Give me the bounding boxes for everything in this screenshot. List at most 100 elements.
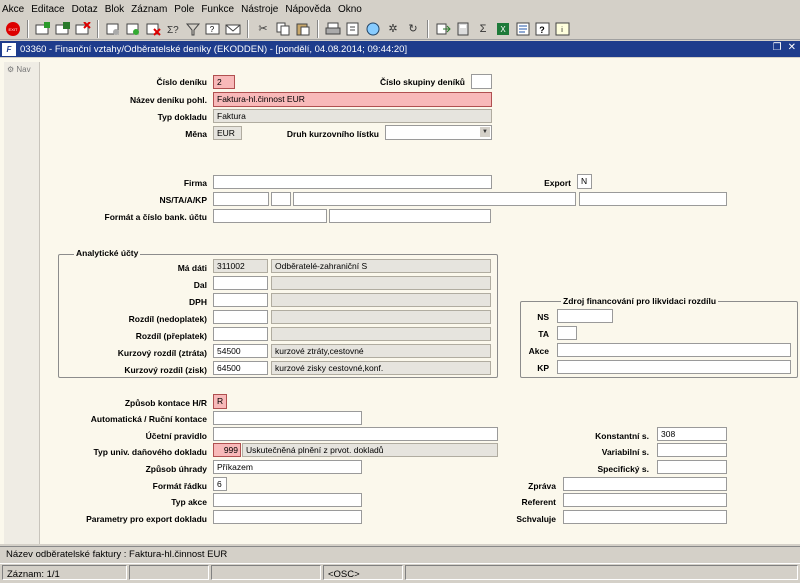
about-icon[interactable]: i (554, 20, 572, 38)
sum-icon[interactable]: Σ (474, 20, 492, 38)
menu-editace[interactable]: Editace (31, 4, 64, 15)
calculator-icon[interactable] (454, 20, 472, 38)
auto-rucni-field[interactable] (213, 411, 362, 425)
format-radku-field[interactable]: 6 (213, 477, 227, 491)
globe-icon[interactable] (364, 20, 382, 38)
analyticke-row-desc: Odběratelé-zahraniční S (271, 259, 491, 273)
firma-label: Firma (183, 178, 207, 188)
variabilni-label: Variabilní s. (601, 447, 649, 457)
print-icon[interactable] (324, 20, 342, 38)
count-query-icon[interactable]: Σ? (164, 20, 182, 38)
paste-icon[interactable] (294, 20, 312, 38)
zdroj-ns-field[interactable] (557, 309, 613, 323)
help-icon[interactable]: ? (204, 20, 222, 38)
ucetni-pravidlo-field[interactable] (213, 427, 498, 441)
format-banky-field[interactable] (213, 209, 327, 223)
duplicate-record-icon[interactable] (54, 20, 72, 38)
typ-dokladu-field: Faktura (213, 109, 492, 123)
window-title-bar: F 03360 - Finanční vztahy/Odběratelské d… (0, 41, 800, 57)
zpusob-kontace-label: Způsob kontace H/R (124, 398, 207, 408)
word-icon[interactable] (514, 20, 532, 38)
schvaluje-field[interactable] (563, 510, 727, 524)
menu-nastroje[interactable]: Nástroje (241, 4, 278, 15)
chevron-down-icon[interactable]: ▼ (480, 127, 490, 137)
menu-zaznam[interactable]: Záznam (131, 4, 167, 15)
insert-record-icon[interactable] (34, 20, 52, 38)
nav-icon: ⚙ (7, 65, 15, 74)
nav-panel[interactable]: ⚙ Nav (4, 62, 40, 544)
hint-message: Název odběratelské faktury : Faktura-hl.… (6, 549, 228, 560)
refresh-icon[interactable]: ↻ (404, 20, 422, 38)
analyticke-row-code[interactable] (213, 276, 268, 290)
delete-record-icon[interactable] (74, 20, 92, 38)
ta-field[interactable] (271, 192, 291, 206)
enter-query-icon[interactable] (104, 20, 122, 38)
cut-icon[interactable]: ✂ (254, 20, 272, 38)
execute-query-icon[interactable] (124, 20, 142, 38)
druh-kurz-select[interactable]: ▼ (385, 125, 492, 140)
menu-okno[interactable]: Okno (338, 4, 362, 15)
variabilni-field[interactable] (657, 443, 727, 457)
export-icon[interactable] (434, 20, 452, 38)
copy-icon[interactable] (274, 20, 292, 38)
attachment-icon[interactable] (344, 20, 362, 38)
zpusob-uhrady-label: Způsob úhrady (145, 464, 207, 474)
analyticke-row-code[interactable] (213, 310, 268, 324)
parametry-field[interactable] (213, 510, 362, 524)
settings-icon[interactable]: ✲ (384, 20, 402, 38)
cislo-banky-field[interactable] (329, 209, 491, 223)
menu-blok[interactable]: Blok (105, 4, 124, 15)
toolbar-separator (27, 19, 29, 38)
cislo-skupiny-field[interactable] (471, 74, 492, 89)
zprava-label: Zpráva (528, 481, 556, 491)
menu-akce[interactable]: Akce (2, 4, 24, 15)
filter-icon[interactable] (184, 20, 202, 38)
zdroj-akce-field[interactable] (557, 343, 791, 357)
analyticke-row-desc (271, 310, 491, 324)
context-help-icon[interactable]: ? (534, 20, 552, 38)
nazev-deniku-field[interactable]: Faktura-hl.činnost EUR (213, 92, 492, 107)
zpusob-kontace-field[interactable]: R (213, 394, 227, 409)
akce-field[interactable] (293, 192, 576, 206)
typ-univ-code[interactable]: 999 (213, 443, 241, 457)
analyticke-row-code[interactable] (213, 293, 268, 307)
kp-field[interactable] (579, 192, 727, 206)
analyticke-row-code[interactable] (213, 327, 268, 341)
analyticke-row-code[interactable]: 54500 (213, 344, 268, 358)
cancel-query-icon[interactable] (144, 20, 162, 38)
zdroj-ta-field[interactable] (557, 326, 577, 340)
firma-field[interactable] (213, 175, 492, 189)
excel-icon[interactable]: X (494, 20, 512, 38)
zpusob-uhrady-field[interactable]: Příkazem (213, 460, 362, 474)
analyticke-row-code[interactable]: 64500 (213, 361, 268, 375)
menu-dotaz[interactable]: Dotaz (72, 4, 98, 15)
menu-funkce[interactable]: Funkce (201, 4, 234, 15)
app-logo-icon: F (2, 42, 16, 56)
menu-pole[interactable]: Pole (174, 4, 194, 15)
svg-text:?: ? (210, 25, 215, 34)
ns-field[interactable] (213, 192, 269, 206)
schvaluje-label: Schvaluje (516, 514, 556, 524)
hint-bar: Název odběratelské faktury : Faktura-hl.… (0, 546, 800, 562)
specificky-label: Specifický s. (597, 464, 649, 474)
analyticke-row-label: Kurzový rozdíl (ztráta) (117, 348, 207, 358)
status-cell-empty (211, 565, 321, 580)
mail-icon[interactable] (224, 20, 242, 38)
exit-icon[interactable]: EXIT (4, 20, 22, 38)
cislo-deniku-field[interactable]: 2 (213, 75, 235, 89)
cislo-deniku-label: Číslo deníku (156, 77, 207, 87)
status-cell-empty (129, 565, 209, 580)
restore-window-icon[interactable]: ❐ (773, 42, 782, 53)
typ-akce-field[interactable] (213, 493, 362, 507)
menu-napoveda[interactable]: Nápověda (285, 4, 331, 15)
ucetni-pravidlo-label: Účetní pravidlo (145, 431, 207, 441)
close-window-icon[interactable]: ✕ (788, 42, 796, 53)
konstantni-field[interactable]: 308 (657, 427, 727, 441)
mena-label: Měna (185, 129, 207, 139)
referent-field[interactable] (563, 493, 727, 507)
zdroj-ns-label: NS (537, 312, 549, 322)
zdroj-kp-field[interactable] (557, 360, 791, 374)
zprava-field[interactable] (563, 477, 727, 491)
specificky-field[interactable] (657, 460, 727, 474)
export-field[interactable]: N (577, 174, 592, 189)
